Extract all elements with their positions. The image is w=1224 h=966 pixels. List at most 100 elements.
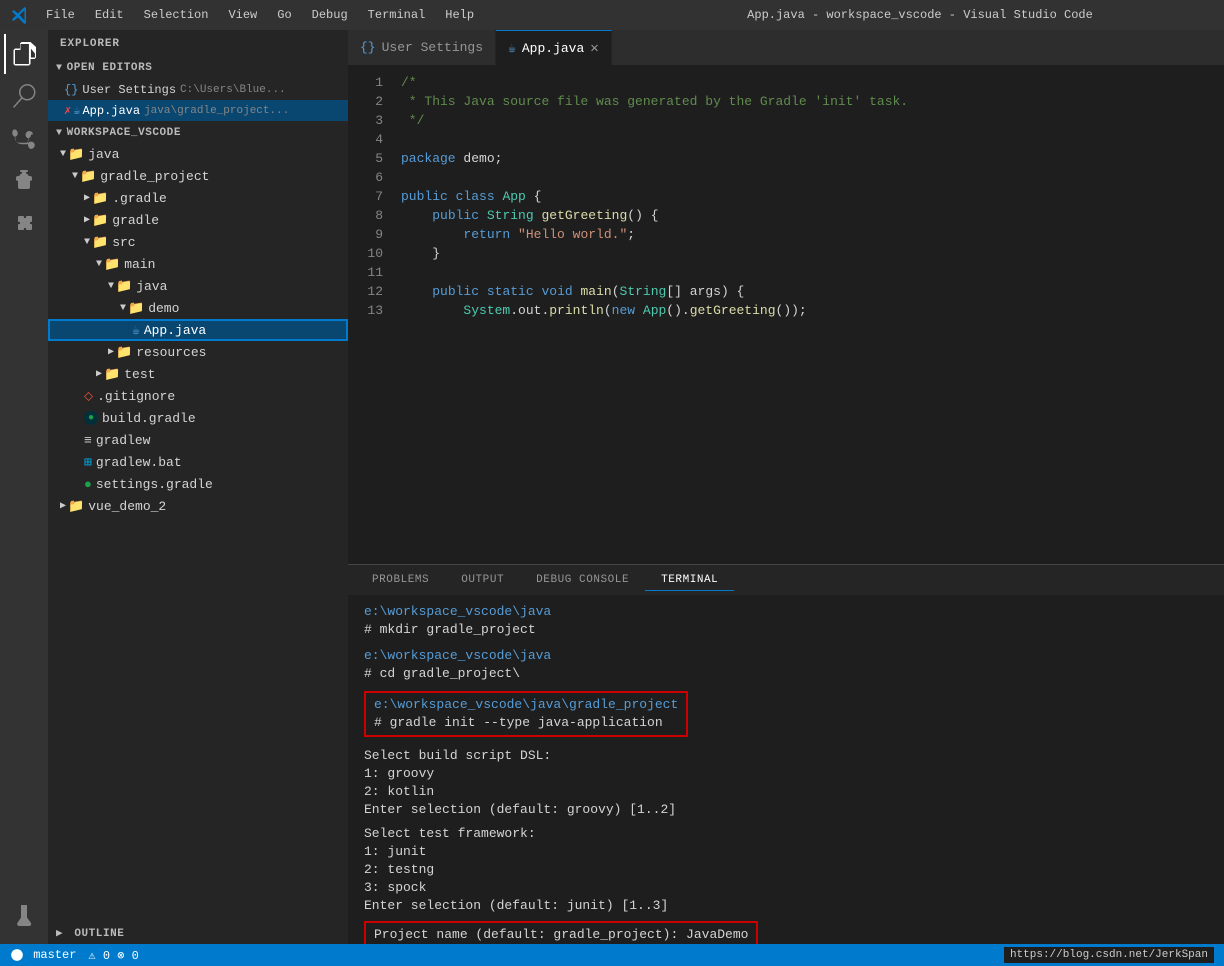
menu-edit[interactable]: Edit — [87, 6, 132, 24]
extensions-activity-icon[interactable] — [4, 202, 44, 242]
code-line-6 — [401, 168, 1224, 187]
activity-bar — [0, 30, 48, 944]
appjava-tree-label: App.java — [144, 323, 206, 338]
code-line-3: */ — [401, 111, 1224, 130]
open-editor-settings[interactable]: {} User Settings C:\Users\Blue... — [48, 80, 348, 100]
folder-chevron-icon: ▼ — [72, 171, 78, 182]
folder-icon: 📁 — [92, 213, 108, 228]
tree-vue-demo[interactable]: ▶ 📁 vue_demo_2 — [48, 495, 348, 517]
source-control-activity-icon[interactable] — [4, 118, 44, 158]
windows-icon: ⊞ — [84, 455, 92, 470]
outline-section[interactable]: ▶ OUTLINE — [48, 922, 348, 944]
tab-close-button[interactable]: ✕ — [590, 40, 598, 57]
menu-terminal[interactable]: Terminal — [360, 6, 434, 24]
open-editors-list: {} User Settings C:\Users\Blue... ✗ ☕ Ap… — [48, 78, 348, 123]
tab-user-settings[interactable]: {} User Settings — [348, 30, 496, 65]
tab-bar: {} User Settings ☕ App.java ✕ — [348, 30, 1224, 65]
code-lines: /* * This Java source file was generated… — [393, 65, 1224, 564]
term-line-2: # mkdir gradle_project — [364, 621, 1208, 639]
search-activity-icon[interactable] — [4, 76, 44, 116]
term-enter-selection-2: Enter selection (default: junit) [1..3] — [364, 897, 1208, 915]
folder-chevron-icon: ▼ — [84, 237, 90, 248]
tree-appjava[interactable]: ☕ App.java — [48, 319, 348, 341]
folder-icon: 📁 — [128, 301, 144, 316]
term-kotlin: 2: kotlin — [364, 783, 1208, 801]
tree-test[interactable]: ▶ 📁 test — [48, 363, 348, 385]
code-content: 1 2 3 4 5 6 7 8 9 10 11 12 13 /* * This … — [348, 65, 1224, 564]
menu-help[interactable]: Help — [437, 6, 482, 24]
term-line-3: e:\workspace_vscode\java — [364, 647, 1208, 665]
tab-terminal[interactable]: TERMINAL — [645, 570, 734, 591]
code-line-12: public static void main(String[] args) { — [401, 282, 1224, 301]
debug-activity-icon[interactable] — [4, 160, 44, 200]
folder-chevron-icon: ▶ — [60, 500, 66, 512]
code-line-1: /* — [401, 73, 1224, 92]
tree-gradle[interactable]: ▶ 📁 gradle — [48, 209, 348, 231]
menu-selection[interactable]: Selection — [136, 6, 217, 24]
workspace-header[interactable]: ▼ WORKSPACE_VSCODE — [48, 123, 348, 143]
code-editor: 1 2 3 4 5 6 7 8 9 10 11 12 13 /* * This … — [348, 65, 1224, 564]
tab-output[interactable]: OUTPUT — [445, 570, 520, 590]
term-blank-2 — [364, 683, 1208, 691]
tab-debug-console[interactable]: DEBUG CONSOLE — [520, 570, 645, 590]
folder-icon: 📁 — [68, 147, 84, 162]
workspace-chevron: ▼ — [56, 128, 63, 139]
term-line-4: # cd gradle_project\ — [364, 665, 1208, 683]
flask-activity-icon[interactable] — [4, 896, 44, 936]
term-junit: 1: junit — [364, 843, 1208, 861]
tree-demo[interactable]: ▼ 📁 demo — [48, 297, 348, 319]
explorer-header: EXPLORER — [48, 30, 348, 58]
tree-src[interactable]: ▼ 📁 src — [48, 231, 348, 253]
tree-gradlew-bat[interactable]: ⊞ gradlew.bat — [48, 451, 348, 473]
term-line-1: e:\workspace_vscode\java — [364, 603, 1208, 621]
editor-area: {} User Settings ☕ App.java ✕ 1 2 3 4 5 … — [348, 30, 1224, 944]
folder-label: .gradle — [112, 191, 167, 206]
tree-build-gradle[interactable]: ● build.gradle — [48, 407, 348, 429]
terminal-content[interactable]: e:\workspace_vscode\java # mkdir gradle_… — [348, 595, 1224, 944]
tree-resources[interactable]: ▶ 📁 resources — [48, 341, 348, 363]
menu-go[interactable]: Go — [269, 6, 299, 24]
sidebar: EXPLORER ▼ OPEN EDITORS {} User Settings… — [48, 30, 348, 944]
code-line-8: public String getGreeting() { — [401, 206, 1224, 225]
tree-gradlew[interactable]: ≡ gradlew — [48, 429, 348, 451]
tree-settings-gradle[interactable]: ● settings.gradle — [48, 473, 348, 495]
folder-icon: 📁 — [80, 169, 96, 184]
open-editors-header[interactable]: ▼ OPEN EDITORS — [48, 58, 348, 78]
menu-file[interactable]: File — [38, 6, 83, 24]
tree-main[interactable]: ▼ 📁 main — [48, 253, 348, 275]
folder-chevron-icon: ▶ — [108, 346, 114, 358]
folder-chevron-icon: ▼ — [108, 281, 114, 292]
menu-view[interactable]: View — [220, 6, 265, 24]
folder-icon: 📁 — [92, 235, 108, 250]
folder-chevron-icon: ▶ — [84, 214, 90, 226]
folder-label: src — [112, 235, 135, 250]
menu-bar: File Edit Selection View Go Debug Termin… — [38, 6, 626, 24]
tree-gradle-project[interactable]: ▼ 📁 gradle_project — [48, 165, 348, 187]
tab-appjava[interactable]: ☕ App.java ✕ — [496, 30, 612, 65]
tree-java-inner[interactable]: ▼ 📁 java — [48, 275, 348, 297]
term-spock: 3: spock — [364, 879, 1208, 897]
tree-gitignore[interactable]: ⬦ .gitignore — [48, 385, 348, 407]
folder-label: java — [136, 279, 167, 294]
gradle-settings-icon: ● — [84, 477, 92, 492]
tab-settings-icon: {} — [360, 40, 376, 55]
code-line-11 — [401, 263, 1224, 282]
open-editor-appjava[interactable]: ✗ ☕ App.java java\gradle_project... — [48, 100, 348, 121]
tree-dot-gradle[interactable]: ▶ 📁 .gradle — [48, 187, 348, 209]
code-line-10: } — [401, 244, 1224, 263]
gradlew-bat-label: gradlew.bat — [96, 455, 182, 470]
explorer-activity-icon[interactable] — [4, 34, 44, 74]
folder-icon: 📁 — [116, 345, 132, 360]
folder-chevron-icon: ▼ — [120, 303, 126, 314]
folder-label: demo — [148, 301, 179, 316]
footer-link[interactable]: https://blog.csdn.net/JerkSpan — [1004, 947, 1214, 963]
term-enter-selection: Enter selection (default: groovy) [1..2] — [364, 801, 1208, 819]
status-bar: master ⚠ 0 ⊗ 0 https://blog.csdn.net/Jer… — [0, 944, 1224, 966]
vscode-logo-icon — [10, 5, 30, 25]
outline-label: OUTLINE — [74, 928, 124, 940]
git-branch-status[interactable]: master — [10, 948, 76, 962]
open-editors-label: OPEN EDITORS — [67, 62, 153, 74]
tab-problems[interactable]: PROBLEMS — [356, 570, 445, 590]
tree-java[interactable]: ▼ 📁 java — [48, 143, 348, 165]
menu-debug[interactable]: Debug — [304, 6, 356, 24]
